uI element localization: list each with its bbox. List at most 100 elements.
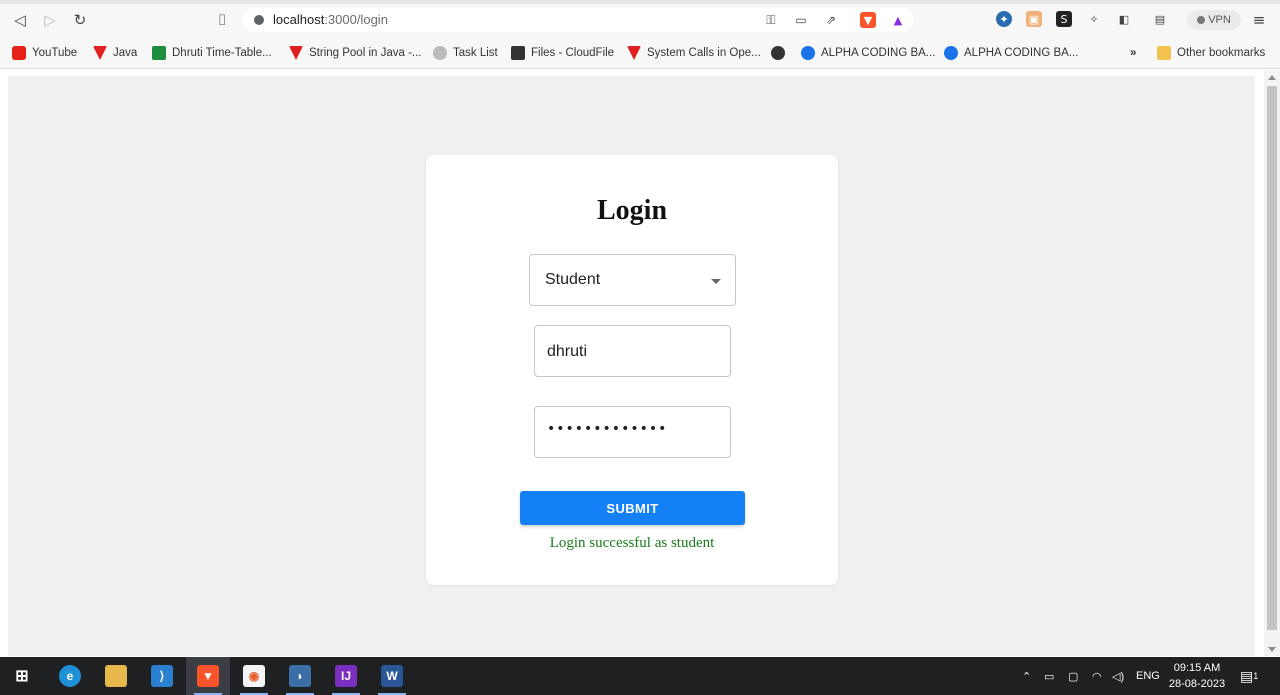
overflow-icon: » [1130,47,1137,59]
login-title: Login [596,195,668,226]
share-icon[interactable]: ⇗ [820,10,842,30]
vscode-icon: ⟩ [151,665,173,687]
notification-count: 1 [1253,671,1259,681]
scissors-icon [433,46,447,60]
tab-strip [0,0,1280,4]
other-bookmarks-folder[interactable]: Other bookmarks [1157,43,1265,63]
meet-icon[interactable]: ▢ [1068,657,1078,695]
page-scrollbar[interactable] [1264,70,1280,656]
vpn-status-icon [1197,16,1206,24]
reload-icon[interactable]: ↻ [69,10,91,30]
scroll-thumb[interactable] [1267,86,1277,630]
taskbar-intellij[interactable]: IJ [324,657,368,695]
login-card: Login Student dhruti ••••••••••••• SUBMI… [426,155,838,585]
intellij-icon: IJ [335,665,357,687]
clock-date: 28-08-2023 [1168,678,1226,690]
bookmark-label: ALPHA CODING BA... [964,47,1079,59]
taskbar-word[interactable]: W [370,657,414,695]
bookmark-label: ALPHA CODING BA... [821,47,936,59]
volume-icon[interactable]: ◁) [1112,657,1124,695]
sheets-icon [152,46,166,60]
taskbar-brave[interactable]: ▼ [186,657,230,695]
url-path: :3000/login [324,12,388,27]
wallet-icon[interactable]: ▤ [1152,11,1168,27]
bookmark-label: System Calls in Ope... [647,47,761,59]
key-icon[interactable]: ⚿ [760,10,782,30]
scroll-down-icon[interactable] [1268,647,1276,652]
role-select-value: Student [545,271,601,288]
bookmark-label: Java [113,47,138,59]
bookmark-alpha-1[interactable]: ALPHA CODING BA... [801,43,935,63]
taskbar-mysql[interactable]: ◗ [278,657,322,695]
bookmark-icon[interactable]: ⌷ [211,10,233,30]
bookmark-cloudfile[interactable]: Files - CloudFile [511,43,614,63]
notifications-icon[interactable]: ▤ 1 [1240,657,1258,695]
taskbar: ⊞ e ⟩ ▼ ◉ ◗ IJ W ⌃ ▭ ▢ ◠ ◁) ENG 09:15 AM… [0,657,1280,695]
folder-icon [105,665,127,687]
bookmark-system-calls[interactable]: System Calls in Ope... [627,43,761,63]
bookmark-label: Dhruti Time-Table... [172,47,272,59]
brave-rewards-icon[interactable]: ▲ [890,12,906,28]
dropdown-caret-icon [711,279,721,284]
bookmark-globe[interactable] [771,43,791,63]
site-info-icon[interactable] [254,15,264,25]
back-icon[interactable]: ◁ [9,10,31,30]
bookmark-alpha-2[interactable]: ALPHA CODING BA... [944,43,1078,63]
bookmark-task-list[interactable]: Task List [433,43,498,63]
globe-icon [771,46,785,60]
bookmark-java[interactable]: Java [93,43,137,63]
language-indicator[interactable]: ENG [1136,657,1160,695]
brave-icon: ▼ [197,665,219,687]
bookmark-label: Files - CloudFile [531,47,615,59]
vpn-label: VPN [1208,14,1231,26]
taskbar-explorer[interactable] [94,657,138,695]
taskbar-edge[interactable]: e [48,657,92,695]
start-button[interactable]: ⊞ [0,657,44,695]
cloud-icon [511,46,525,60]
bookmark-timetable[interactable]: Dhruti Time-Table... [152,43,272,63]
bookmark-label: String Pool in Java -... [309,47,422,59]
clock[interactable]: 09:15 AM 28-08-2023 [1164,660,1230,692]
menu-icon[interactable]: ≡ [1248,10,1270,30]
clock-time: 09:15 AM [1173,662,1221,674]
taskbar-app-orange[interactable]: ◉ [232,657,276,695]
status-message: Login successful as student [549,535,715,551]
username-value: dhruti [547,343,588,360]
vpn-button[interactable]: VPN [1187,10,1241,30]
extension-puzzle-badge-icon[interactable]: ▣ [1026,11,1042,27]
url-text: localhost:3000/login [273,12,388,27]
tray-chevron-icon[interactable]: ⌃ [1022,657,1031,695]
url-host: localhost [273,12,325,27]
role-select[interactable]: Student [529,254,736,306]
address-bar[interactable]: localhost:3000/login ⚿ ▭ ⇗ ▼ ▲ [242,8,914,32]
other-bookmarks-label: Other bookmarks [1177,47,1266,59]
password-value: ••••••••••••• [547,421,668,437]
password-field[interactable]: ••••••••••••• [534,406,731,458]
extension-s-icon[interactable]: S [1056,11,1072,27]
bookmarks-overflow-button[interactable]: » [1130,43,1136,63]
folder-icon [1157,46,1171,60]
wifi-icon[interactable]: ◠ [1092,657,1102,695]
bookmark-string-pool[interactable]: String Pool in Java -... [289,43,422,63]
youtube-icon [12,46,26,60]
brave-shields-icon[interactable]: ▼ [860,12,876,28]
bookmarks-bar: YouTube Java Dhruti Time-Table... String… [0,40,1280,69]
extension-globe-icon[interactable]: ✦ [996,11,1012,27]
vercel-icon [289,46,303,60]
cast-icon[interactable]: ▭ [790,10,812,30]
submit-button[interactable]: SUBMIT [520,491,745,525]
edge-icon: e [59,665,81,687]
username-field[interactable]: dhruti [534,325,731,377]
vercel-icon [627,46,641,60]
forward-icon[interactable]: ▷ [39,10,61,30]
browser-toolbar: ◁ ▷ ↻ ⌷ localhost:3000/login ⚿ ▭ ⇗ ▼ ▲ ✦… [0,0,1280,40]
extensions-icon[interactable]: ✧ [1086,11,1102,27]
word-icon: W [381,665,403,687]
bookmark-youtube[interactable]: YouTube [12,43,77,63]
taskbar-vscode[interactable]: ⟩ [140,657,184,695]
windows-icon: ⊞ [15,668,29,685]
battery-icon[interactable]: ▭ [1044,657,1054,695]
scroll-up-icon[interactable] [1268,75,1276,80]
sidebar-icon[interactable]: ◧ [1116,11,1132,27]
document-icon: ◉ [243,665,265,687]
